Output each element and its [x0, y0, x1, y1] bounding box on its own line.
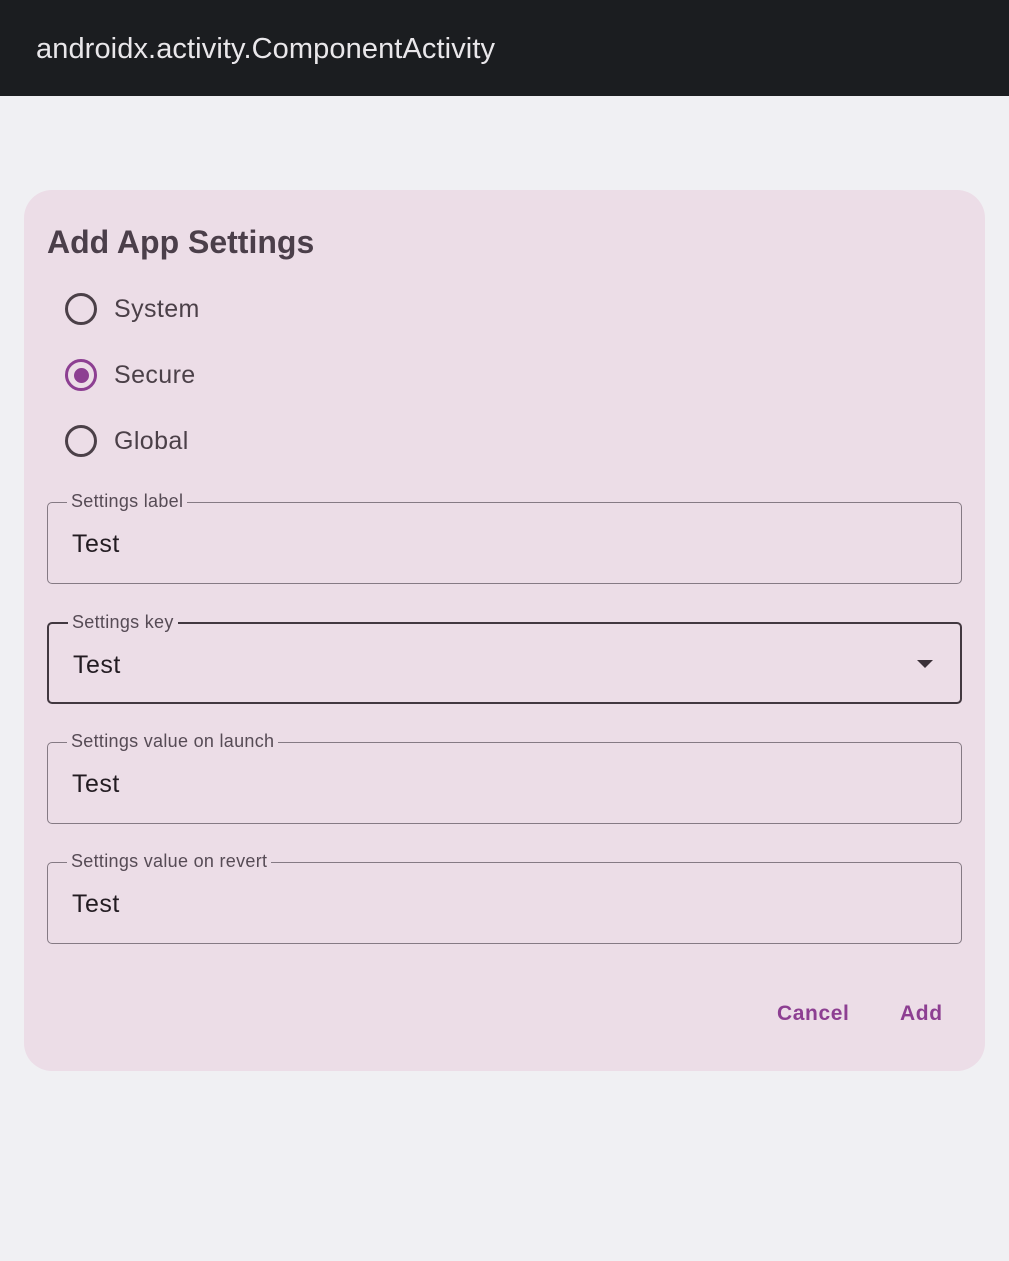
settings-value-on-launch-field[interactable]: Settings value on launch Test: [47, 729, 962, 824]
settings-label-field-label: Settings label: [67, 489, 188, 513]
settings-value-on-revert-field[interactable]: Settings value on revert Test: [47, 849, 962, 944]
settings-value-on-revert-input[interactable]: Test: [72, 889, 120, 919]
app-bar-title: androidx.activity.ComponentActivity: [36, 33, 496, 65]
dialog-title: Add App Settings: [47, 224, 315, 260]
radio-label-global: Global: [114, 426, 189, 455]
cancel-button[interactable]: Cancel: [777, 1000, 849, 1028]
settings-value-on-launch-field-label: Settings value on launch: [67, 729, 279, 753]
settings-value-on-revert-field-label: Settings value on revert: [67, 849, 272, 873]
settings-key-input[interactable]: Test: [73, 650, 121, 680]
radio-label-system: System: [114, 294, 200, 323]
add-button[interactable]: Add: [900, 1000, 943, 1028]
app-bar: androidx.activity.ComponentActivity: [0, 0, 1009, 96]
radio-button-system[interactable]: [65, 293, 97, 325]
settings-value-on-launch-input[interactable]: Test: [72, 769, 120, 799]
settings-label-field[interactable]: Settings label Test: [47, 489, 962, 584]
radio-label-secure: Secure: [114, 360, 196, 389]
radio-option-system[interactable]: System: [65, 289, 200, 329]
radio-option-global[interactable]: Global: [65, 421, 189, 461]
radio-button-secure[interactable]: [65, 359, 97, 391]
settings-label-input[interactable]: Test: [72, 529, 120, 559]
settings-key-field-label: Settings key: [68, 610, 178, 634]
arrow-drop-down-icon[interactable]: [917, 660, 933, 668]
radio-option-secure[interactable]: Secure: [65, 355, 196, 395]
add-app-settings-dialog: Add App Settings System Secure Global Se…: [24, 190, 985, 1071]
radio-button-global[interactable]: [65, 425, 97, 457]
settings-key-dropdown[interactable]: Settings key Test: [47, 610, 962, 704]
